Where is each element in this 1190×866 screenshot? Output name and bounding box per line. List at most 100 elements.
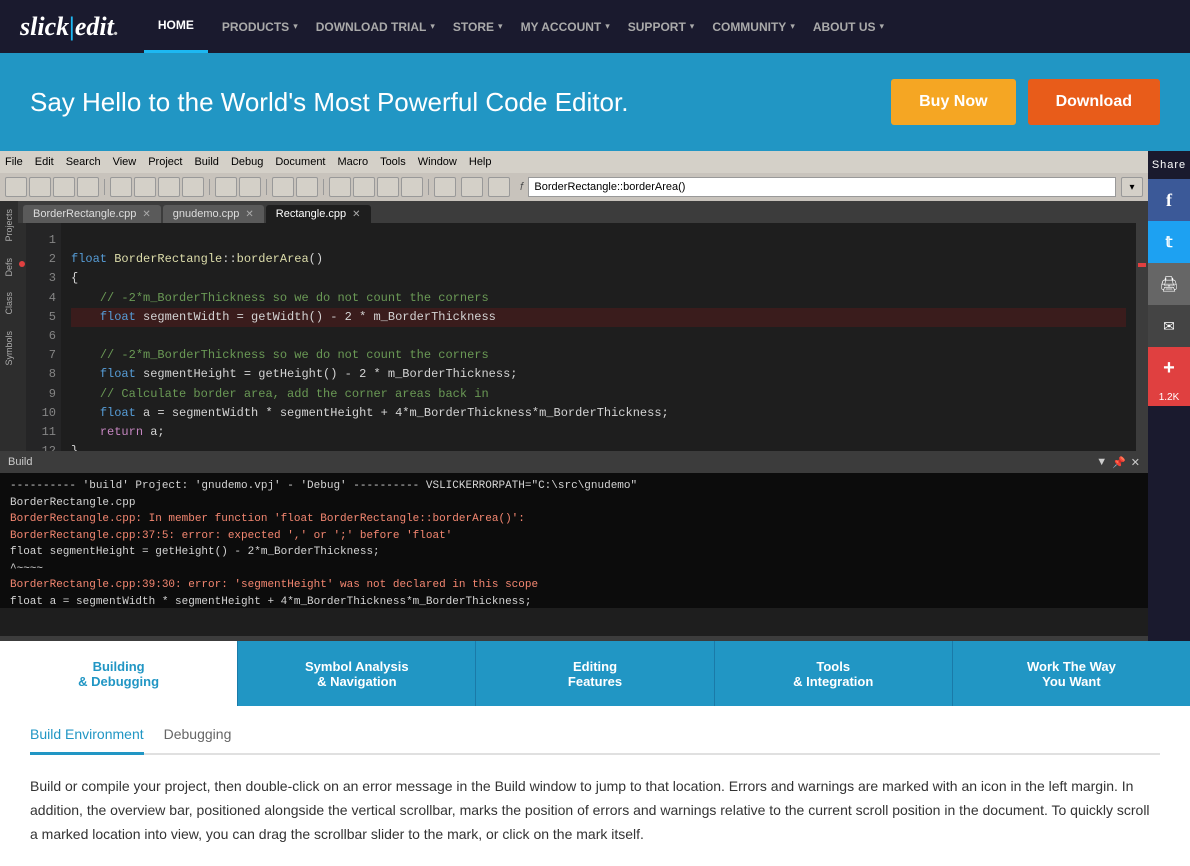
toolbar-btn-13[interactable]	[329, 177, 351, 197]
menu-document[interactable]: Document	[275, 156, 325, 168]
hero-section: Say Hello to the World's Most Powerful C…	[0, 53, 1190, 151]
menu-view[interactable]: View	[113, 156, 137, 168]
feature-tabs: Building & Debugging Symbol Analysis & N…	[0, 641, 1190, 706]
share-twitter-button[interactable]: 𝕥	[1148, 221, 1190, 263]
download-button[interactable]: Download	[1028, 79, 1160, 125]
top-navigation: slick|edit. HOME PRODUCTS▾ DOWNLOAD TRIA…	[0, 0, 1190, 53]
content-tab-build-env[interactable]: Build Environment	[30, 726, 144, 755]
menu-debug[interactable]: Debug	[231, 156, 263, 168]
feature-tab-symbol[interactable]: Symbol Analysis & Navigation	[238, 641, 476, 706]
menu-edit[interactable]: Edit	[35, 156, 54, 168]
sidebar-tab-projects[interactable]: Projects	[1, 201, 17, 250]
menu-search[interactable]: Search	[66, 156, 101, 168]
menu-file[interactable]: File	[5, 156, 23, 168]
content-tab-debugging[interactable]: Debugging	[164, 726, 232, 753]
toolbar-sep-1	[104, 179, 105, 195]
file-tab-close-3[interactable]: ✕	[352, 209, 360, 220]
toolbar-btn-17[interactable]	[434, 177, 456, 197]
build-output-line-3: BorderRectangle.cpp: In member function …	[10, 511, 1138, 528]
build-output-line-7: BorderRectangle.cpp:39:30: error: 'segme…	[10, 577, 1138, 594]
function-expand[interactable]: ▾	[1121, 177, 1143, 197]
toolbar-btn-19[interactable]	[488, 177, 510, 197]
nav-item-home[interactable]: HOME	[144, 0, 208, 53]
file-tabs-row: BorderRectangle.cpp ✕ gnudemo.cpp ✕ Rect…	[18, 201, 1148, 223]
build-panel-pin[interactable]: 📌	[1112, 456, 1126, 469]
menu-tools[interactable]: Tools	[380, 156, 406, 168]
toolbar-btn-14[interactable]	[353, 177, 375, 197]
file-tab-close-2[interactable]: ✕	[245, 209, 253, 220]
build-panel: Build ▼ 📌 ✕ ---------- 'build' Project: …	[0, 451, 1148, 636]
sidebar-tab-defs[interactable]: Defs	[1, 250, 17, 285]
nav-item-my-account[interactable]: MY ACCOUNT	[507, 0, 616, 53]
error-strip	[18, 223, 26, 451]
build-output: ---------- 'build' Project: 'gnudemo.vpj…	[0, 473, 1148, 608]
file-tab-close-1[interactable]: ✕	[142, 209, 150, 220]
scroll-indicator	[1136, 223, 1148, 451]
toolbar-sep-5	[428, 179, 429, 195]
toolbar-btn-12[interactable]	[296, 177, 318, 197]
menu-project[interactable]: Project	[148, 156, 182, 168]
nav-item-about-us[interactable]: ABOUT US	[799, 0, 890, 53]
logo[interactable]: slick|edit.	[20, 12, 119, 42]
toolbar-btn-4[interactable]	[77, 177, 99, 197]
nav-menu: HOME PRODUCTS▾ DOWNLOAD TRIAL▾ STORE▾ MY…	[144, 0, 1170, 53]
toolbar-btn-1[interactable]	[5, 177, 27, 197]
build-panel-close[interactable]: ✕	[1131, 456, 1140, 469]
build-output-line-5: float segmentHeight = getHeight() - 2*m_…	[10, 544, 1138, 561]
file-tab-gnudemo[interactable]: gnudemo.cpp ✕	[163, 205, 264, 223]
share-facebook-button[interactable]: f	[1148, 179, 1190, 221]
share-label: Share	[1152, 151, 1186, 179]
function-bar: 𝑓 ▾	[515, 177, 1143, 197]
sidebar-tab-symbols[interactable]: Symbols	[1, 323, 17, 374]
toolbar-btn-15[interactable]	[377, 177, 399, 197]
build-output-line-1: ---------- 'build' Project: 'gnudemo.vpj…	[10, 478, 1138, 495]
content-area: Build Environment Debugging Build or com…	[0, 706, 1190, 866]
menu-window[interactable]: Window	[418, 156, 457, 168]
file-tab-rectangle[interactable]: Rectangle.cpp ✕	[266, 205, 371, 223]
build-output-line-2: BorderRectangle.cpp	[10, 495, 1138, 512]
menu-build[interactable]: Build	[194, 156, 218, 168]
build-panel-menu[interactable]: ▼	[1096, 456, 1107, 469]
content-body: Build or compile your project, then doub…	[30, 775, 1160, 846]
toolbar-btn-6[interactable]	[134, 177, 156, 197]
feature-tab-work[interactable]: Work The Way You Want	[953, 641, 1190, 706]
code-content[interactable]: float BorderRectangle::borderArea() { //…	[61, 223, 1136, 451]
nav-item-products[interactable]: PRODUCTS	[208, 0, 303, 53]
buy-now-button[interactable]: Buy Now	[891, 79, 1015, 125]
feature-tab-building[interactable]: Building & Debugging	[0, 641, 238, 706]
toolbar-btn-18[interactable]	[461, 177, 483, 197]
share-sidebar: Share f 𝕥 🖨 ✉ + 1.2K	[1148, 151, 1190, 641]
share-print-button[interactable]: 🖨	[1148, 263, 1190, 305]
nav-item-community[interactable]: COMMUNITY	[698, 0, 800, 53]
toolbar-btn-7[interactable]	[158, 177, 180, 197]
toolbar-btn-11[interactable]	[272, 177, 294, 197]
build-output-line-8: float a = segmentWidth * segmentHeight +…	[10, 594, 1138, 609]
toolbar-btn-5[interactable]	[110, 177, 132, 197]
build-output-line-4: BorderRectangle.cpp:37:5: error: expecte…	[10, 528, 1138, 545]
toolbar-sep-3	[266, 179, 267, 195]
toolbar-btn-3[interactable]	[53, 177, 75, 197]
toolbar-btn-10[interactable]	[239, 177, 261, 197]
feature-tab-editing[interactable]: Editing Features	[476, 641, 714, 706]
editor-window: File Edit Search View Project Build Debu…	[0, 151, 1148, 641]
menu-help[interactable]: Help	[469, 156, 492, 168]
sidebar-tab-class[interactable]: Class	[1, 284, 17, 323]
function-icon: 𝑓	[520, 181, 523, 194]
nav-item-download-trial[interactable]: DOWNLOAD TRIAL	[302, 0, 441, 53]
editor-left-sidebar: Projects Defs Class Symbols	[0, 201, 18, 451]
share-plus-button[interactable]: +	[1148, 347, 1190, 389]
toolbar-btn-8[interactable]	[182, 177, 204, 197]
build-panel-title: Build	[8, 456, 32, 468]
toolbar-btn-16[interactable]	[401, 177, 423, 197]
feature-tab-tools[interactable]: Tools & Integration	[715, 641, 953, 706]
toolbar-btn-2[interactable]	[29, 177, 51, 197]
logo-text: slick|edit.	[20, 12, 119, 41]
toolbar-btn-9[interactable]	[215, 177, 237, 197]
share-email-button[interactable]: ✉	[1148, 305, 1190, 347]
menu-macro[interactable]: Macro	[338, 156, 369, 168]
file-tab-borderrectangle[interactable]: BorderRectangle.cpp ✕	[23, 205, 161, 223]
editor-main-area: BorderRectangle.cpp ✕ gnudemo.cpp ✕ Rect…	[18, 201, 1148, 451]
content-tabs-row: Build Environment Debugging	[30, 726, 1160, 755]
nav-item-support[interactable]: SUPPORT	[614, 0, 700, 53]
function-input[interactable]	[528, 177, 1116, 197]
